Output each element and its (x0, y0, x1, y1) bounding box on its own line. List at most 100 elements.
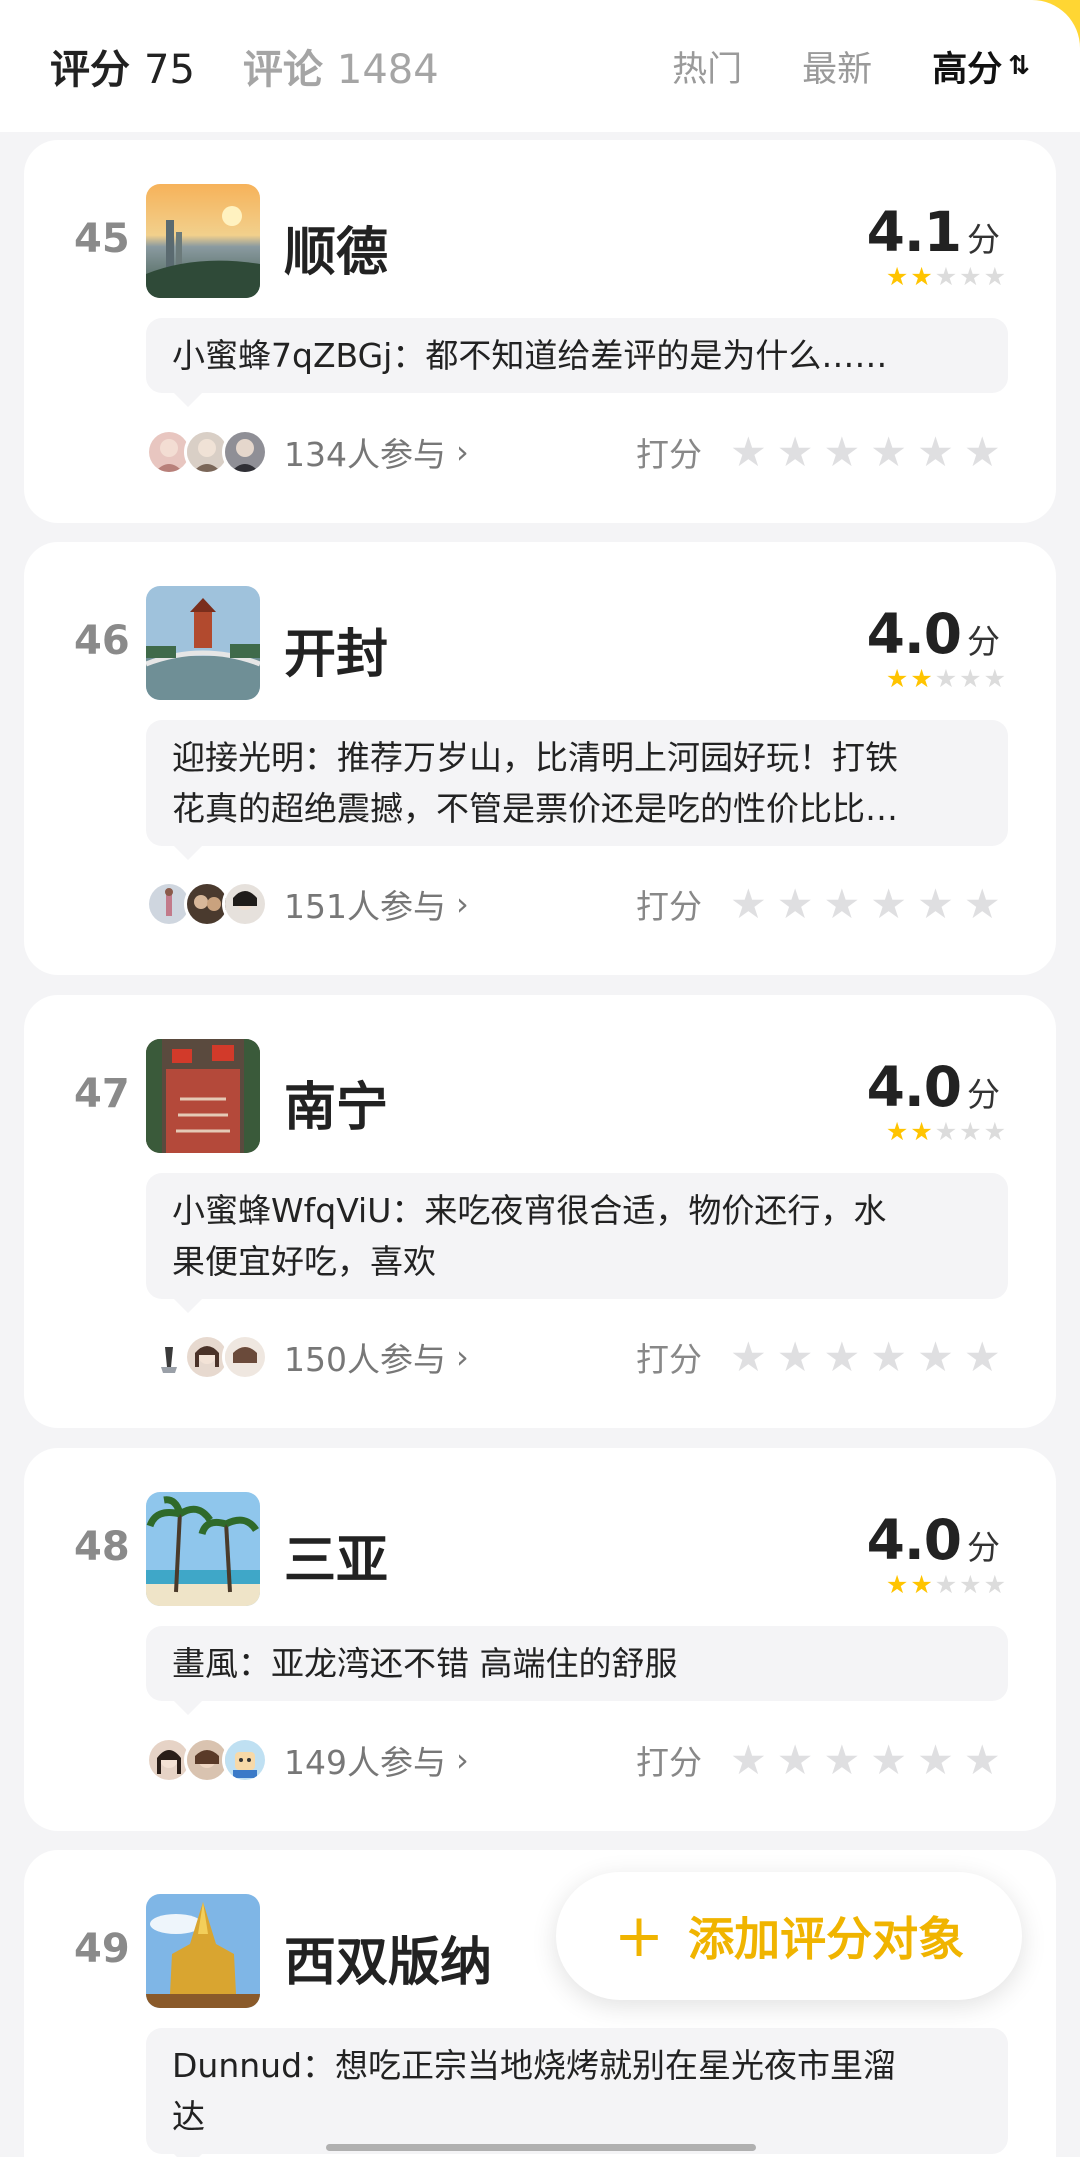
comment-line-1: 畫風：亚龙湾还不错 高端住的舒服 (172, 1644, 678, 1683)
rate-star-icon[interactable]: ★ (917, 1336, 954, 1378)
comment-label: 评论 (242, 47, 323, 93)
star-filled-icon: ★ (885, 1117, 909, 1146)
rate-star-icon[interactable]: ★ (917, 431, 954, 473)
rating-label: 评分 (50, 47, 130, 93)
comment-line-2: 达 (172, 2097, 205, 2136)
participants-link[interactable]: 134人参与 › (284, 428, 469, 476)
score-stars: ★ ★ ★ ★ ★ (886, 264, 1006, 289)
rate-star-icon[interactable]: ★ (777, 883, 814, 925)
rating-input-stars[interactable]: ★ ★ ★ ★ ★ ★ (730, 1336, 1001, 1378)
score-unit: 分 (967, 622, 1000, 661)
star-empty-icon: ★ (959, 262, 982, 291)
rating-count-stat: 评分 75 (50, 37, 195, 95)
rate-star-icon[interactable]: ★ (964, 1336, 1001, 1378)
score-stars: ★ ★ ★ ★ ★ (886, 1119, 1006, 1144)
rate-star-icon[interactable]: ★ (824, 883, 861, 925)
comment-count: 1484 (336, 47, 439, 93)
sort-latest-tab[interactable]: 最新 (802, 41, 872, 92)
chevron-right-icon: › (456, 1741, 469, 1779)
rating-input-stars[interactable]: ★ ★ ★ ★ ★ ★ (730, 1739, 1001, 1781)
comment-line-2: 果便宜好吃，喜欢 (172, 1242, 436, 1281)
city-name: 开封 (284, 625, 389, 685)
participants-link[interactable]: 150人参与 › (284, 1333, 469, 1381)
top-comment[interactable]: 畫風：亚龙湾还不错 高端住的舒服 (146, 1626, 1008, 1715)
rate-star-icon[interactable]: ★ (870, 883, 907, 925)
city-card[interactable]: 45 顺德 4.1 分 ★ ★ ★ ★ ★ 小蜜蜂7qZBGj：都不知道给差评的是为什么…… (24, 140, 1056, 523)
chevron-right-icon: › (456, 885, 469, 923)
score-stars: ★ ★ ★ ★ ★ (886, 666, 1006, 691)
rate-star-icon[interactable]: ★ (964, 1739, 1001, 1781)
sort-high-label: 高分 (932, 49, 1003, 90)
rate-star-icon[interactable]: ★ (730, 431, 767, 473)
star-filled-icon: ★ (885, 1570, 909, 1599)
rate-star-icon[interactable]: ★ (730, 1336, 767, 1378)
score-value: 4.0 (866, 1508, 962, 1572)
comment-line-1: 小蜜蜂WfqViU：来吃夜宵很合适，物价还行，水 (172, 1191, 887, 1230)
rate-star-icon[interactable]: ★ (824, 1739, 861, 1781)
top-comment[interactable]: 小蜜蜂7qZBGj：都不知道给差评的是为什么…… (146, 318, 1008, 407)
card-footer: 149人参与 › 打分 ★ ★ ★ ★ ★ ★ (146, 1732, 1026, 1788)
comment-count-stat[interactable]: 评论 1484 (243, 37, 439, 95)
rating-count: 75 (144, 47, 195, 93)
rating-input-stars[interactable]: ★ ★ ★ ★ ★ ★ (730, 431, 1001, 473)
score-display: 4.0 分 (867, 602, 1000, 666)
rate-star-icon[interactable]: ★ (917, 1739, 954, 1781)
rate-star-icon[interactable]: ★ (824, 1336, 861, 1378)
star-empty-icon: ★ (959, 1570, 982, 1599)
rate-star-icon[interactable]: ★ (777, 1336, 814, 1378)
star-filled-icon: ★ (885, 262, 909, 291)
city-card[interactable]: 48 三亚 4.0 分 ★ ★ ★ ★ ★ 畫風：亚龙湾还不错 高端住的舒服 1… (24, 1448, 1056, 1831)
card-footer: 134人参与 › 打分 ★ ★ ★ ★ ★ ★ (146, 424, 1026, 480)
avatar (222, 429, 268, 475)
sort-hot-tab[interactable]: 热门 (672, 41, 742, 92)
rate-star-icon[interactable]: ★ (824, 431, 861, 473)
participants-link[interactable]: 149人参与 › (284, 1736, 469, 1784)
rate-star-icon[interactable]: ★ (964, 883, 1001, 925)
rate-star-icon[interactable]: ★ (870, 1739, 907, 1781)
sort-high-score-tab[interactable]: 高分 ⇅ (932, 41, 1030, 92)
star-filled-icon: ★ (910, 262, 933, 291)
city-card[interactable]: 47 南宁 4.0 分 ★ ★ ★ ★ ★ 小蜜蜂WfqViU：来吃夜宵很合适，物价还行，… (24, 995, 1056, 1428)
add-rating-object-label: 添加评分对象 (688, 1912, 965, 1966)
score-value: 4.1 (866, 200, 962, 264)
score-value: 4.0 (866, 602, 962, 666)
star-empty-icon: ★ (934, 1117, 958, 1146)
top-comment[interactable]: Dunnud：想吃正宗当地烧烤就别在星光夜市里溜 达 (146, 2028, 1008, 2157)
rate-star-icon[interactable]: ★ (730, 1739, 767, 1781)
star-filled-icon: ★ (910, 1117, 933, 1146)
star-empty-icon: ★ (983, 664, 1006, 693)
rate-star-icon[interactable]: ★ (777, 1739, 814, 1781)
top-comment[interactable]: 小蜜蜂WfqViU：来吃夜宵很合适，物价还行，水 果便宜好吃，喜欢 (146, 1173, 1008, 1313)
page: 评分 75 评论 1484 热门 最新 高分 ⇅ 45 顺德 4.1 分 ★ ★ ★ (0, 0, 1080, 2157)
city-name: 三亚 (284, 1531, 389, 1591)
participant-avatars[interactable] (146, 1334, 268, 1380)
star-filled-icon: ★ (885, 664, 909, 693)
star-empty-icon: ★ (934, 1570, 958, 1599)
star-empty-icon: ★ (983, 1117, 1006, 1146)
star-empty-icon: ★ (983, 262, 1006, 291)
participants-count: 149人参与 (284, 1743, 446, 1782)
participant-avatars[interactable] (146, 429, 268, 475)
rate-label: 打分 (636, 1743, 702, 1782)
add-rating-object-button[interactable]: + 添加评分对象 (556, 1872, 1022, 2000)
home-indicator[interactable] (326, 2144, 756, 2151)
participant-avatars[interactable] (146, 1737, 268, 1783)
rate-star-icon[interactable]: ★ (777, 431, 814, 473)
star-empty-icon: ★ (983, 1570, 1006, 1599)
star-empty-icon: ★ (934, 262, 958, 291)
rate-star-icon[interactable]: ★ (964, 431, 1001, 473)
rating-input-stars[interactable]: ★ ★ ★ ★ ★ ★ (730, 883, 1001, 925)
rate-star-icon[interactable]: ★ (870, 431, 907, 473)
star-empty-icon: ★ (959, 664, 982, 693)
participants-link[interactable]: 151人参与 › (284, 880, 469, 928)
top-comment[interactable]: 迎接光明：推荐万岁山，比清明上河园好玩！打铁 花真的超绝震撼，不管是票价还是吃的… (146, 720, 1008, 860)
rate-star-icon[interactable]: ★ (870, 1336, 907, 1378)
city-card[interactable]: 46 开封 4.0 分 ★ ★ ★ ★ ★ 迎接光明：推荐万岁山，比清明上河园好玩！打铁 … (24, 542, 1056, 975)
participant-avatars[interactable] (146, 881, 268, 927)
avatar (222, 1737, 268, 1783)
score-display: 4.0 分 (867, 1055, 1000, 1119)
score-display: 4.1 分 (867, 200, 1000, 264)
rate-star-icon[interactable]: ★ (917, 883, 954, 925)
rate-star-icon[interactable]: ★ (730, 883, 767, 925)
star-empty-icon: ★ (934, 664, 958, 693)
